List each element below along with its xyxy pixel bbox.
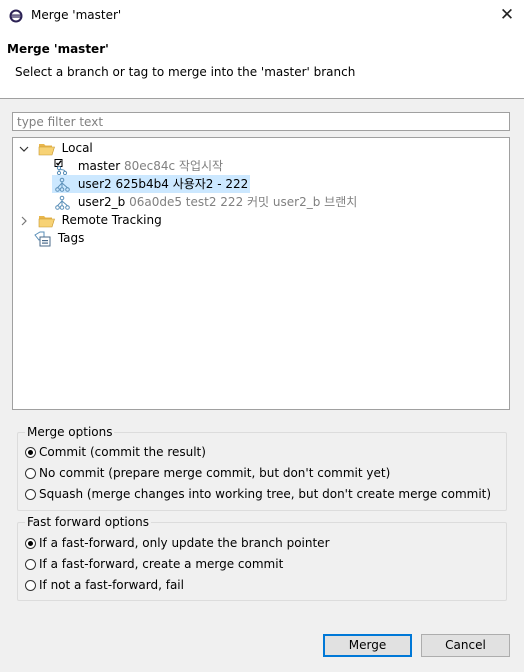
ff-options-label: Fast forward options	[25, 515, 151, 529]
cancel-button[interactable]: Cancel	[421, 634, 510, 657]
tree-node-remote-tracking[interactable]: Remote Tracking	[18, 211, 162, 229]
branch-name: user2_b	[77, 195, 126, 209]
folder-icon	[38, 215, 55, 227]
branch-row-master[interactable]: master 80ec84c 작업시작	[54, 157, 223, 175]
radio-label: Commit (commit the result)	[39, 445, 206, 459]
branch-icon	[55, 195, 70, 210]
tree-node-remote-label: Remote Tracking	[61, 213, 162, 227]
merge-option-squash[interactable]: Squash (merge changes into working tree,…	[25, 485, 491, 503]
filter-input[interactable]	[12, 112, 510, 131]
branch-tree[interactable]: Local master 80ec84c 작업시작 user2 625b4b4 …	[12, 137, 510, 410]
eclipse-app-icon	[9, 9, 23, 23]
window-title: Merge 'master'	[31, 8, 122, 22]
chevron-right-icon[interactable]	[18, 215, 30, 227]
branch-row-user2-b[interactable]: user2_b 06a0de5 test2 222 커밋 user2_b 브랜치	[54, 193, 357, 211]
radio-label: If a fast-forward, only update the branc…	[39, 536, 330, 550]
merge-options-label: Merge options	[25, 425, 115, 439]
radio-label: Squash (merge changes into working tree,…	[39, 487, 492, 501]
branch-name: user2	[77, 177, 112, 191]
branch-detail: 06a0de5 test2 222 커밋 user2_b 브랜치	[129, 195, 358, 209]
dialog-header-title: Merge 'master'	[7, 42, 109, 56]
radio-button[interactable]	[25, 489, 36, 500]
tree-node-local-label: Local	[61, 141, 93, 155]
branch-detail: 625b4b4 사용자2 - 222	[115, 177, 249, 191]
chevron-down-icon[interactable]	[18, 143, 30, 155]
branch-icon	[55, 177, 70, 192]
radio-button[interactable]	[25, 468, 36, 479]
branch-row-user2[interactable]: user2 625b4b4 사용자2 - 222	[52, 175, 251, 193]
branch-name: master	[77, 159, 121, 173]
merge-option-commit[interactable]: Commit (commit the result)	[25, 443, 206, 461]
radio-label: If not a fast-forward, fail	[39, 578, 184, 592]
radio-label: If a fast-forward, create a merge commit	[39, 557, 284, 571]
tree-node-local[interactable]: Local	[18, 139, 93, 157]
merge-option-no-commit[interactable]: No commit (prepare merge commit, but don…	[25, 464, 390, 482]
tags-icon	[34, 231, 51, 246]
checked-out-branch-icon	[54, 158, 68, 175]
branch-detail: 80ec84c 작업시작	[123, 159, 224, 173]
dialog-header-description: Select a branch or tag to merge into the…	[15, 65, 356, 79]
tree-node-tags-label: Tags	[57, 231, 85, 245]
merge-button[interactable]: Merge	[323, 634, 412, 657]
tree-node-tags[interactable]: Tags	[34, 229, 84, 247]
radio-button[interactable]	[25, 559, 36, 570]
open-folder-icon	[38, 143, 55, 155]
radio-button[interactable]	[25, 538, 36, 549]
close-icon[interactable]: ✕	[495, 3, 519, 27]
ff-option-fail[interactable]: If not a fast-forward, fail	[25, 576, 184, 594]
radio-button[interactable]	[25, 580, 36, 591]
ff-option-update-pointer[interactable]: If a fast-forward, only update the branc…	[25, 534, 330, 552]
radio-button[interactable]	[25, 447, 36, 458]
ff-option-create-merge-commit[interactable]: If a fast-forward, create a merge commit	[25, 555, 283, 573]
radio-label: No commit (prepare merge commit, but don…	[39, 466, 391, 480]
